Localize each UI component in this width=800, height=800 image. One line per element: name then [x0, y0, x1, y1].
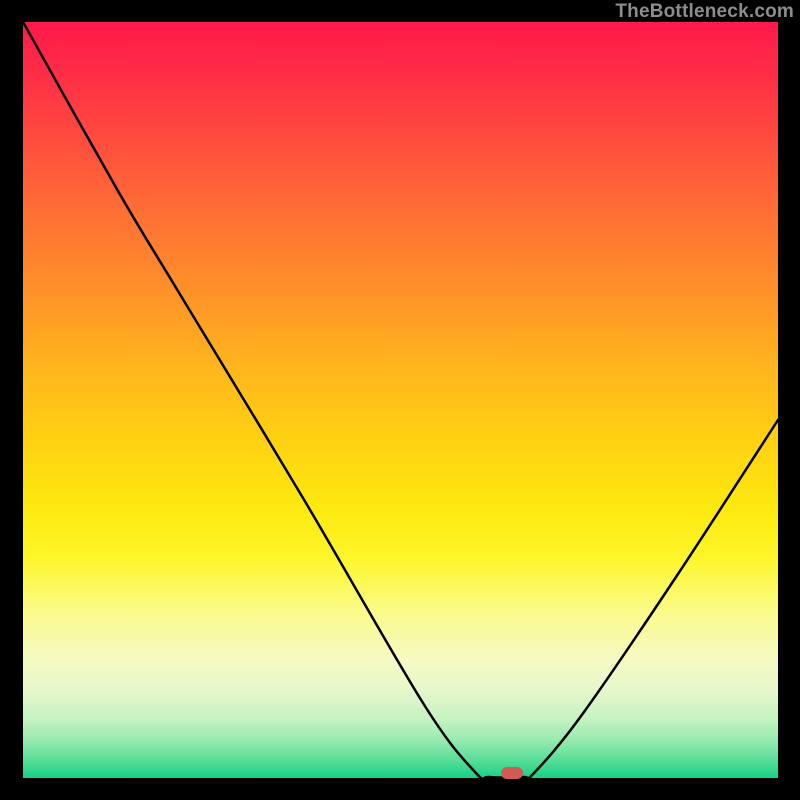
chart-plot-area: [23, 22, 778, 778]
watermark-text: TheBottleneck.com: [615, 1, 794, 23]
chart-container: TheBottleneck.com: [0, 0, 800, 800]
chart-marker: [501, 767, 523, 779]
chart-curve-svg: [23, 22, 778, 778]
chart-curve-path: [23, 22, 778, 778]
